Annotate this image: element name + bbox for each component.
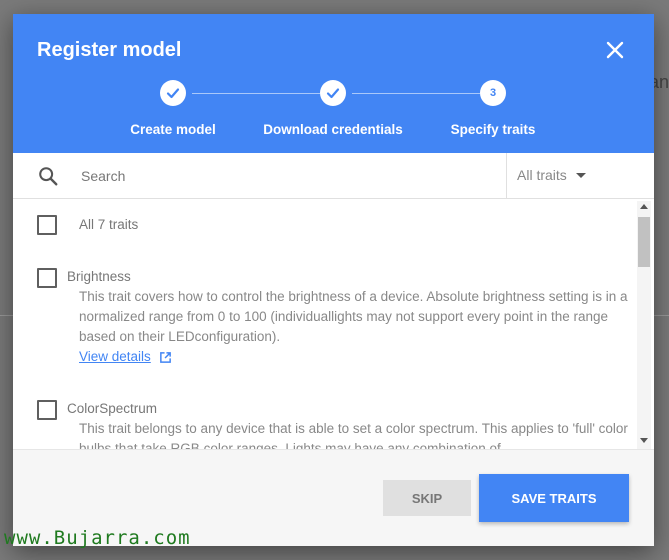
check-icon — [166, 88, 180, 99]
search-bar: All traits — [13, 153, 654, 199]
scroll-up-arrow-icon[interactable] — [640, 204, 648, 209]
view-details-link[interactable]: View details — [79, 349, 151, 364]
search-input[interactable] — [79, 162, 503, 190]
traits-list: All 7 traits Brightness This trait cover… — [13, 199, 654, 449]
scrollbar-thumb[interactable] — [638, 217, 650, 267]
traits-filter-select[interactable]: All traits — [517, 167, 567, 183]
dialog-header: Register model 3 Create model Download c… — [13, 14, 654, 153]
search-icon — [39, 167, 58, 186]
trait-name-brightness: Brightness — [67, 269, 131, 284]
scroll-down-arrow-icon[interactable] — [640, 438, 648, 443]
stepper-connector — [352, 93, 480, 94]
step-label-specify-traits: Specify traits — [450, 122, 536, 137]
dialog-title: Register model — [37, 39, 182, 61]
check-icon — [326, 88, 340, 99]
trait-description-brightness: This trait covers how to control the bri… — [79, 289, 628, 344]
step-1-indicator — [160, 80, 186, 106]
external-link-icon[interactable] — [159, 351, 172, 364]
step-3-number: 3 — [489, 87, 497, 99]
chevron-down-icon[interactable] — [576, 173, 586, 178]
step-2-indicator — [320, 80, 346, 106]
step-label-download-credentials: Download credentials — [263, 122, 403, 137]
watermark: www.Bujarra.com — [4, 527, 191, 549]
search-divider — [506, 153, 507, 198]
all-traits-label: All 7 traits — [79, 217, 139, 232]
save-traits-button[interactable]: SAVE TRAITS — [479, 474, 629, 522]
register-model-dialog: Register model 3 Create model Download c… — [13, 14, 654, 546]
close-icon[interactable] — [603, 38, 627, 62]
brightness-checkbox[interactable] — [37, 268, 57, 288]
colorspectrum-checkbox[interactable] — [37, 400, 57, 420]
stepper-connector — [192, 93, 320, 94]
all-traits-checkbox[interactable] — [37, 215, 57, 235]
trait-description-colorspectrum: This trait belongs to any device that is… — [79, 421, 628, 449]
step-3-indicator: 3 — [480, 80, 506, 106]
step-label-create-model: Create model — [130, 122, 216, 137]
skip-button[interactable]: SKIP — [383, 480, 471, 516]
trait-name-colorspectrum: ColorSpectrum — [67, 401, 158, 416]
